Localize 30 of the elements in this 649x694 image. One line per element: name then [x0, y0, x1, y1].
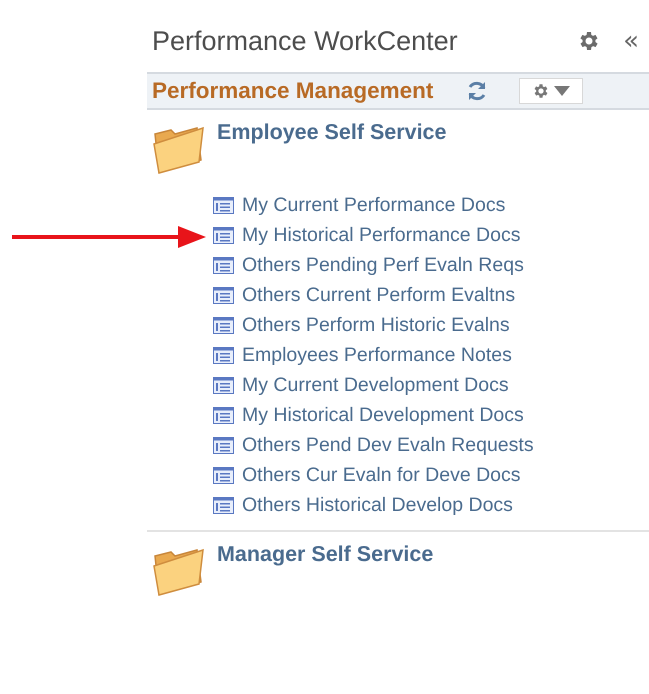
section-link[interactable]: Employee Self Service: [217, 120, 446, 145]
menu-link[interactable]: Others Pending Perf Evaln Reqs: [242, 254, 524, 276]
list-icon: [213, 376, 234, 394]
list-icon: [213, 406, 234, 424]
menu-link[interactable]: Others Perform Historic Evalns: [242, 314, 510, 336]
actions-menu-button[interactable]: [519, 78, 584, 104]
list-icon: [213, 286, 234, 304]
menu-link[interactable]: My Current Performance Docs: [242, 194, 506, 216]
menu-link[interactable]: My Historical Performance Docs: [242, 224, 520, 246]
section-link[interactable]: Manager Self Service: [217, 542, 434, 567]
settings-icon: [532, 82, 550, 100]
menu-link[interactable]: Others Pend Dev Evaln Requests: [242, 434, 534, 456]
list-icon: [213, 256, 234, 274]
list-icon: [213, 316, 234, 334]
list-icon: [213, 346, 234, 364]
menu-link[interactable]: Others Historical Develop Docs: [242, 494, 513, 516]
list-icon: [213, 436, 234, 454]
menu-link[interactable]: Others Cur Evaln for Deve Docs: [242, 464, 521, 486]
menu-link[interactable]: Employees Performance Notes: [242, 344, 512, 366]
menu-link[interactable]: My Current Development Docs: [242, 374, 509, 396]
list-icon: [213, 466, 234, 484]
menu-link[interactable]: My Historical Development Docs: [242, 404, 524, 426]
list-icon: [213, 196, 234, 214]
collapse-button[interactable]: «: [623, 28, 649, 54]
menu-link[interactable]: Others Current Perform Evaltns: [242, 284, 516, 306]
workcenter-title: Performance WorkCenter: [152, 26, 459, 56]
caret-icon: [554, 86, 570, 96]
list-icon: [213, 496, 234, 514]
pagelet-title: Performance Management: [152, 78, 434, 104]
list-icon: [213, 226, 234, 244]
